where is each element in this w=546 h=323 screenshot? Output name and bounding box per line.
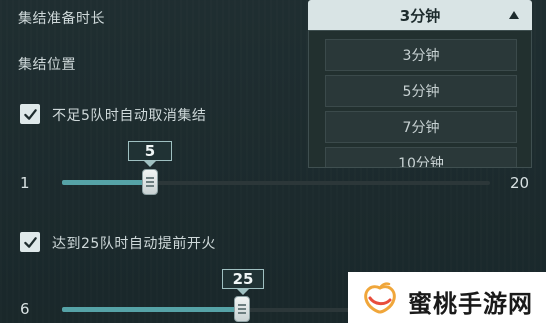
slider2-value-bubble: 25 bbox=[222, 269, 264, 295]
slider1-max-label: 20 bbox=[510, 174, 530, 192]
rally-time-dropdown[interactable]: 3分钟 bbox=[308, 0, 532, 30]
dropdown-option[interactable]: 10分钟 bbox=[325, 147, 517, 167]
watermark-panel: 蜜桃手游网 bbox=[348, 272, 546, 323]
dropdown-option[interactable]: 3分钟 bbox=[325, 39, 517, 71]
slider1-value: 5 bbox=[128, 141, 172, 161]
bubble-pointer bbox=[237, 289, 249, 295]
slider2-value: 25 bbox=[222, 269, 264, 289]
checkmark-icon bbox=[23, 108, 37, 120]
slider1-value-bubble: 5 bbox=[128, 141, 172, 167]
slider1-fill bbox=[62, 180, 150, 185]
slider2-min-label: 6 bbox=[20, 300, 30, 318]
rally-prep-time-label: 集结准备时长 bbox=[18, 11, 105, 27]
auto-fire-label: 达到25队时自动提前开火 bbox=[52, 236, 216, 252]
checkmark-icon bbox=[23, 236, 37, 248]
auto-cancel-checkbox[interactable] bbox=[20, 104, 40, 124]
bubble-pointer bbox=[144, 161, 156, 167]
slider1-min-label: 1 bbox=[20, 174, 30, 192]
rally-location-label: 集结位置 bbox=[18, 57, 76, 73]
slider2-handle[interactable] bbox=[234, 296, 250, 322]
dropdown-option[interactable]: 7分钟 bbox=[325, 111, 517, 143]
watermark-text: 蜜桃手游网 bbox=[408, 290, 533, 318]
dropdown-selected-value: 3分钟 bbox=[399, 6, 441, 25]
auto-cancel-label: 不足5队时自动取消集结 bbox=[52, 108, 207, 124]
slider1-handle[interactable] bbox=[142, 169, 158, 195]
auto-fire-checkbox[interactable] bbox=[20, 232, 40, 252]
dropdown-option[interactable]: 5分钟 bbox=[325, 75, 517, 107]
slider2-fill bbox=[62, 307, 242, 312]
triangle-up-icon bbox=[509, 11, 519, 19]
dropdown-options-list[interactable]: 3分钟 5分钟 7分钟 10分钟 bbox=[308, 30, 532, 168]
peach-logo-icon bbox=[364, 282, 396, 314]
